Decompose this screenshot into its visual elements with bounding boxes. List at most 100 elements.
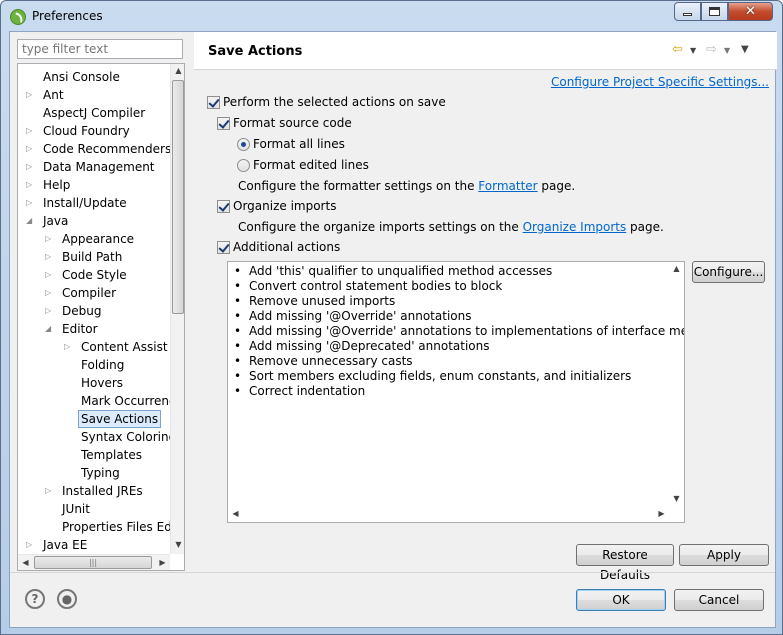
tree-item[interactable]: Installed JREs — [62, 482, 143, 500]
additional-actions-list[interactable]: Add 'this' qualifier to unqualified meth… — [227, 261, 685, 523]
tree-item[interactable]: JUnit — [62, 500, 90, 518]
checkbox-box[interactable] — [217, 200, 230, 213]
dialog-client-area: Ansi Console ▷ AntAspectJ Compiler ▷ Cloud F… — [9, 31, 777, 628]
collapsed-arrow-icon[interactable]: ▷ — [26, 176, 36, 194]
scroll-down-icon[interactable]: ▼ — [669, 494, 684, 503]
preferences-tree: Ansi Console ▷ Ant AspectJ Compiler ▷ Cloud F… — [17, 63, 185, 571]
scroll-up-icon[interactable]: ▲ — [669, 264, 684, 273]
close-button[interactable]: ✕ — [728, 2, 773, 21]
collapsed-arrow-icon[interactable]: ▷ — [26, 158, 36, 176]
perform-actions-label: Perform the selected actions on save — [223, 95, 446, 109]
history-navigation: ⇦ ▼ ⇨ ▼ ▼ — [672, 42, 772, 60]
record-icon[interactable]: ● — [57, 589, 77, 609]
scroll-left-icon[interactable]: ◀ — [228, 509, 243, 518]
radio-circle[interactable] — [237, 159, 250, 172]
tree-horizontal-scrollbar[interactable]: ◀ ||| ▶ — [18, 554, 170, 570]
tree-vertical-scrollbar[interactable]: ▲ ▼ — [170, 64, 184, 554]
scroll-up-icon[interactable]: ▲ — [171, 66, 184, 75]
tree-item[interactable]: Ant — [43, 86, 64, 104]
collapsed-arrow-icon[interactable]: ▷ — [26, 140, 36, 158]
tree-item[interactable]: AspectJ Compiler — [43, 104, 145, 122]
scroll-left-icon[interactable]: ◀ — [18, 558, 33, 567]
collapsed-arrow-icon[interactable]: ▷ — [45, 230, 55, 248]
organize-imports-label: Organize imports — [233, 199, 337, 213]
tree-item[interactable]: Java EE — [43, 536, 87, 554]
minimize-button[interactable] — [674, 2, 701, 21]
action-item: Add 'this' qualifier to unqualified meth… — [234, 264, 684, 279]
expanded-arrow-icon[interactable]: ◢ — [45, 320, 55, 338]
help-icon[interactable]: ? — [25, 589, 45, 609]
tree-item[interactable]: Content Assist — [81, 338, 168, 356]
organize-imports-link[interactable]: Organize Imports — [523, 220, 627, 234]
tree-item[interactable]: Templates — [81, 446, 142, 464]
spring-leaf-icon — [10, 9, 26, 25]
tree-item[interactable]: Mark Occurrences — [81, 392, 170, 410]
maximize-button[interactable] — [701, 2, 728, 21]
apply-button[interactable]: Apply — [679, 544, 769, 566]
tree-item[interactable]: Folding — [81, 356, 124, 374]
configure-project-settings-link[interactable]: Configure Project Specific Settings... — [551, 75, 769, 89]
restore-defaults-button[interactable]: Restore Defaults — [576, 544, 674, 582]
tree-item[interactable]: Build Path — [62, 248, 122, 266]
tree-item[interactable]: Help — [43, 176, 70, 194]
actions-list: Add 'this' qualifier to unqualified meth… — [234, 264, 684, 399]
action-item: Remove unused imports — [234, 294, 684, 309]
tree-item[interactable]: Typing — [81, 464, 120, 482]
tree-item[interactable]: Hovers — [81, 374, 123, 392]
collapsed-arrow-icon[interactable]: ▷ — [26, 86, 36, 104]
tree-item[interactable]: Java — [43, 212, 68, 230]
back-arrow-icon[interactable]: ⇦ — [672, 42, 683, 57]
radio-circle[interactable] — [237, 138, 250, 151]
collapsed-arrow-icon[interactable]: ▷ — [45, 266, 55, 284]
view-menu-icon[interactable]: ▼ — [741, 44, 749, 55]
title-bar[interactable]: Preferences ✕ — [1, 1, 782, 31]
tree-item[interactable]: Ansi Console — [43, 68, 120, 86]
checkbox-box[interactable] — [217, 117, 230, 130]
tree-horizontal-scroll-thumb[interactable]: ||| — [34, 556, 152, 569]
ok-button[interactable]: OK — [576, 589, 666, 611]
collapsed-arrow-icon[interactable]: ▷ — [26, 194, 36, 212]
tree-item[interactable]: Code Style — [62, 266, 127, 284]
cancel-button[interactable]: Cancel — [674, 589, 764, 611]
collapsed-arrow-icon[interactable]: ▷ — [45, 482, 55, 500]
collapsed-arrow-icon[interactable]: ▷ — [26, 536, 36, 554]
scroll-right-icon[interactable]: ▶ — [654, 509, 669, 518]
tree-item[interactable]: Cloud Foundry — [43, 122, 130, 140]
action-item: Correct indentation — [234, 384, 684, 399]
footer-separator — [10, 572, 775, 573]
scroll-right-icon[interactable]: ▶ — [155, 558, 170, 567]
forward-arrow-icon[interactable]: ⇨ — [706, 42, 717, 57]
expanded-arrow-icon[interactable]: ◢ — [26, 212, 36, 230]
actions-vertical-scrollbar[interactable]: ▲ ▼ — [669, 262, 684, 508]
tree-item[interactable]: Code Recommenders — [43, 140, 170, 158]
collapsed-arrow-icon[interactable]: ▷ — [45, 302, 55, 320]
forward-dropdown-icon[interactable]: ▼ — [724, 46, 730, 55]
tree-item[interactable]: Editor — [62, 320, 98, 338]
formatter-link[interactable]: Formatter — [478, 179, 537, 193]
tree-item[interactable]: Data Management — [43, 158, 155, 176]
action-item: Add missing '@Deprecated' annotations — [234, 339, 684, 354]
configure-button[interactable]: Configure... — [692, 261, 765, 283]
tree-item[interactable]: Syntax Coloring — [81, 428, 170, 446]
filter-input[interactable] — [17, 39, 183, 59]
collapsed-arrow-icon[interactable]: ▷ — [64, 338, 74, 356]
tree-item[interactable]: Properties Files Editor — [62, 518, 170, 536]
checkbox-box[interactable] — [217, 241, 230, 254]
organize-hint-suffix: page. — [626, 220, 664, 234]
tree-vertical-scroll-thumb[interactable] — [172, 80, 184, 314]
actions-horizontal-scrollbar[interactable]: ◀ ▶ — [228, 507, 671, 522]
tree-item[interactable]: Compiler — [62, 284, 116, 302]
tree-item[interactable]: Install/Update — [43, 194, 127, 212]
checkbox-box[interactable] — [207, 96, 220, 109]
collapsed-arrow-icon[interactable]: ▷ — [45, 284, 55, 302]
collapsed-arrow-icon[interactable]: ▷ — [45, 248, 55, 266]
formatter-hint-suffix: page. — [537, 179, 576, 193]
tree-item[interactable]: Appearance — [62, 230, 134, 248]
tree-item[interactable]: Debug — [62, 302, 101, 320]
action-item: Add missing '@Override' annotations — [234, 309, 684, 324]
tree-item[interactable]: Save Actions — [78, 410, 162, 428]
collapsed-arrow-icon[interactable]: ▷ — [26, 122, 36, 140]
back-dropdown-icon[interactable]: ▼ — [690, 46, 696, 55]
scroll-down-icon[interactable]: ▼ — [171, 540, 184, 549]
window-title: Preferences — [32, 9, 103, 23]
